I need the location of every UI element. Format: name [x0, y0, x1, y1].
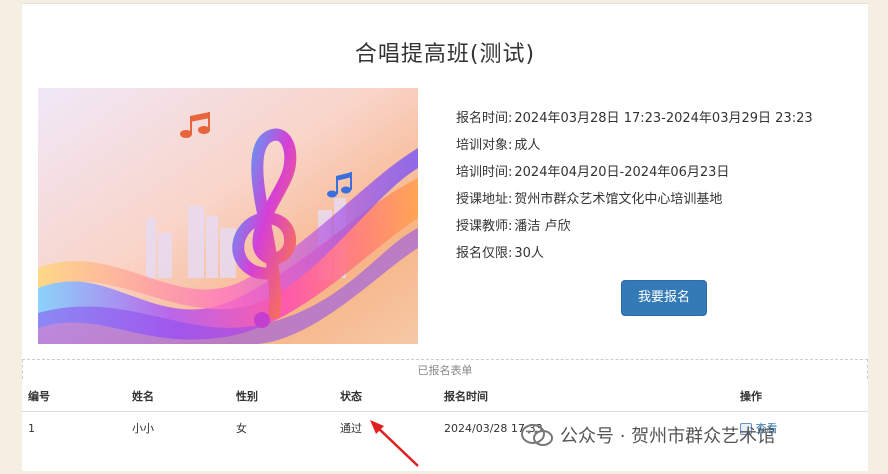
header-gender: 性别 — [230, 381, 334, 412]
detail-enroll-time: 报名时间: 2024年03月28日 17:23-2024年03月29日 23:23 — [456, 111, 813, 126]
header-name: 姓名 — [126, 381, 230, 412]
detail-quota: 报名仅限: 30人 — [456, 246, 544, 261]
table-header-row: 编号 姓名 性别 状态 报名时间 操作 — [22, 381, 868, 412]
header-status: 状态 — [334, 381, 438, 412]
wechat-icon — [521, 424, 553, 446]
detail-target: 培训对象: 成人 — [456, 138, 541, 153]
header-time: 报名时间 — [438, 381, 734, 412]
header-id: 编号 — [22, 381, 126, 412]
detail-training-time: 培训时间: 2024年04月20日-2024年06月23日 — [456, 165, 730, 180]
course-panel: 合唱提高班(测试) 报名时间: 2024年03月28日 17:23-2024年0… — [22, 3, 868, 471]
cell-gender: 女 — [236, 422, 247, 435]
course-details: 报名时间: 2024年03月28日 17:23-2024年03月29日 23:23… — [456, 105, 813, 267]
cell-id: 1 — [28, 421, 35, 435]
course-banner-image — [38, 88, 418, 344]
registration-caption: 已报名表单 — [22, 359, 868, 379]
watermark-text: 公众号 · 贺州市群众艺术馆 — [560, 426, 776, 447]
detail-teachers: 授课教师: 潘洁 卢欣 — [456, 219, 571, 234]
course-title: 合唱提高班(测试) — [354, 42, 536, 67]
detail-address: 授课地址: 贺州市群众艺术馆文化中心培训基地 — [456, 192, 723, 207]
enroll-button[interactable]: 我要报名 — [621, 280, 707, 316]
wechat-watermark: 公众号 · 贺州市群众艺术馆 — [520, 420, 775, 450]
annotation-arrow-icon — [370, 420, 419, 467]
cell-name: 小小 — [132, 422, 154, 435]
header-action: 操作 — [734, 381, 868, 412]
